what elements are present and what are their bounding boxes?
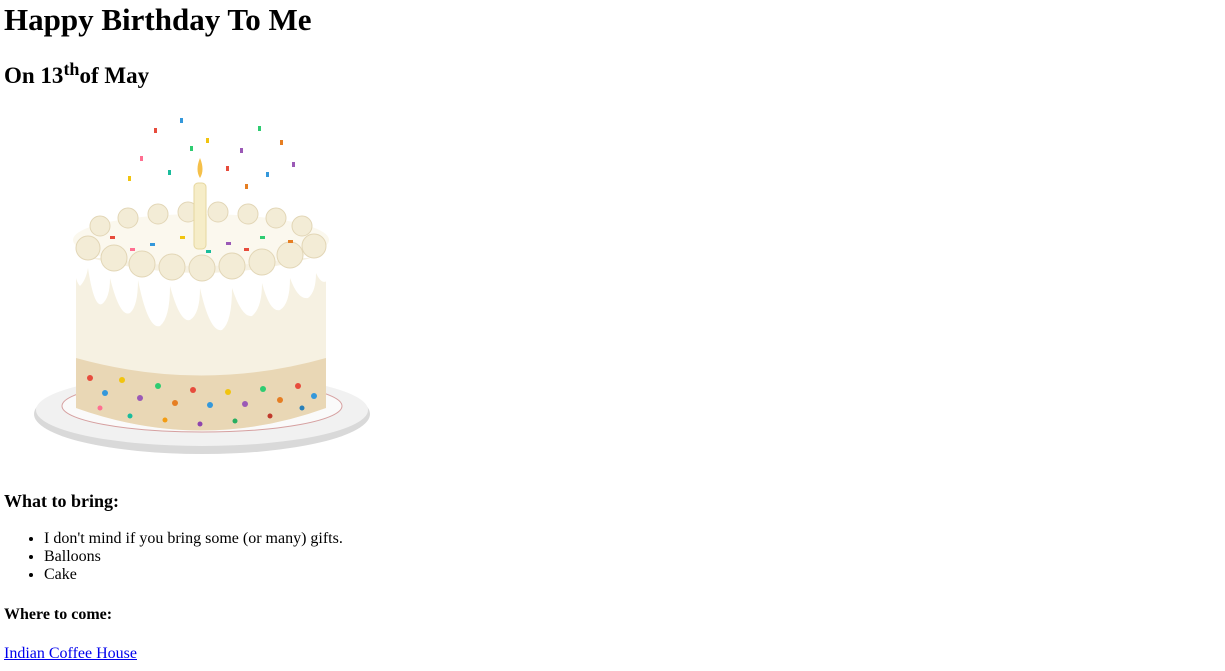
list-item: I don't mind if you bring some (or many)… (44, 530, 343, 548)
date-ordinal-suffix: th (63, 59, 80, 79)
what-to-bring-heading: What to bring: (4, 491, 120, 511)
where-to-come-heading: Where to come: (4, 606, 113, 623)
bring-list: I don't mind if you bring some (or many)… (4, 530, 343, 584)
list-item: Balloons (44, 548, 343, 566)
date-prefix: On 13 (4, 63, 64, 88)
date-month: of May (79, 63, 150, 88)
list-item: Cake (44, 566, 343, 584)
birthday-cake-image (30, 108, 380, 460)
birthday-page: Happy Birthday To Me On 13thof May What … (0, 0, 1225, 671)
date-heading: On 13thof May (4, 60, 149, 92)
page-title: Happy Birthday To Me (4, 2, 312, 37)
venue-link[interactable]: Indian Coffee House (4, 645, 137, 663)
